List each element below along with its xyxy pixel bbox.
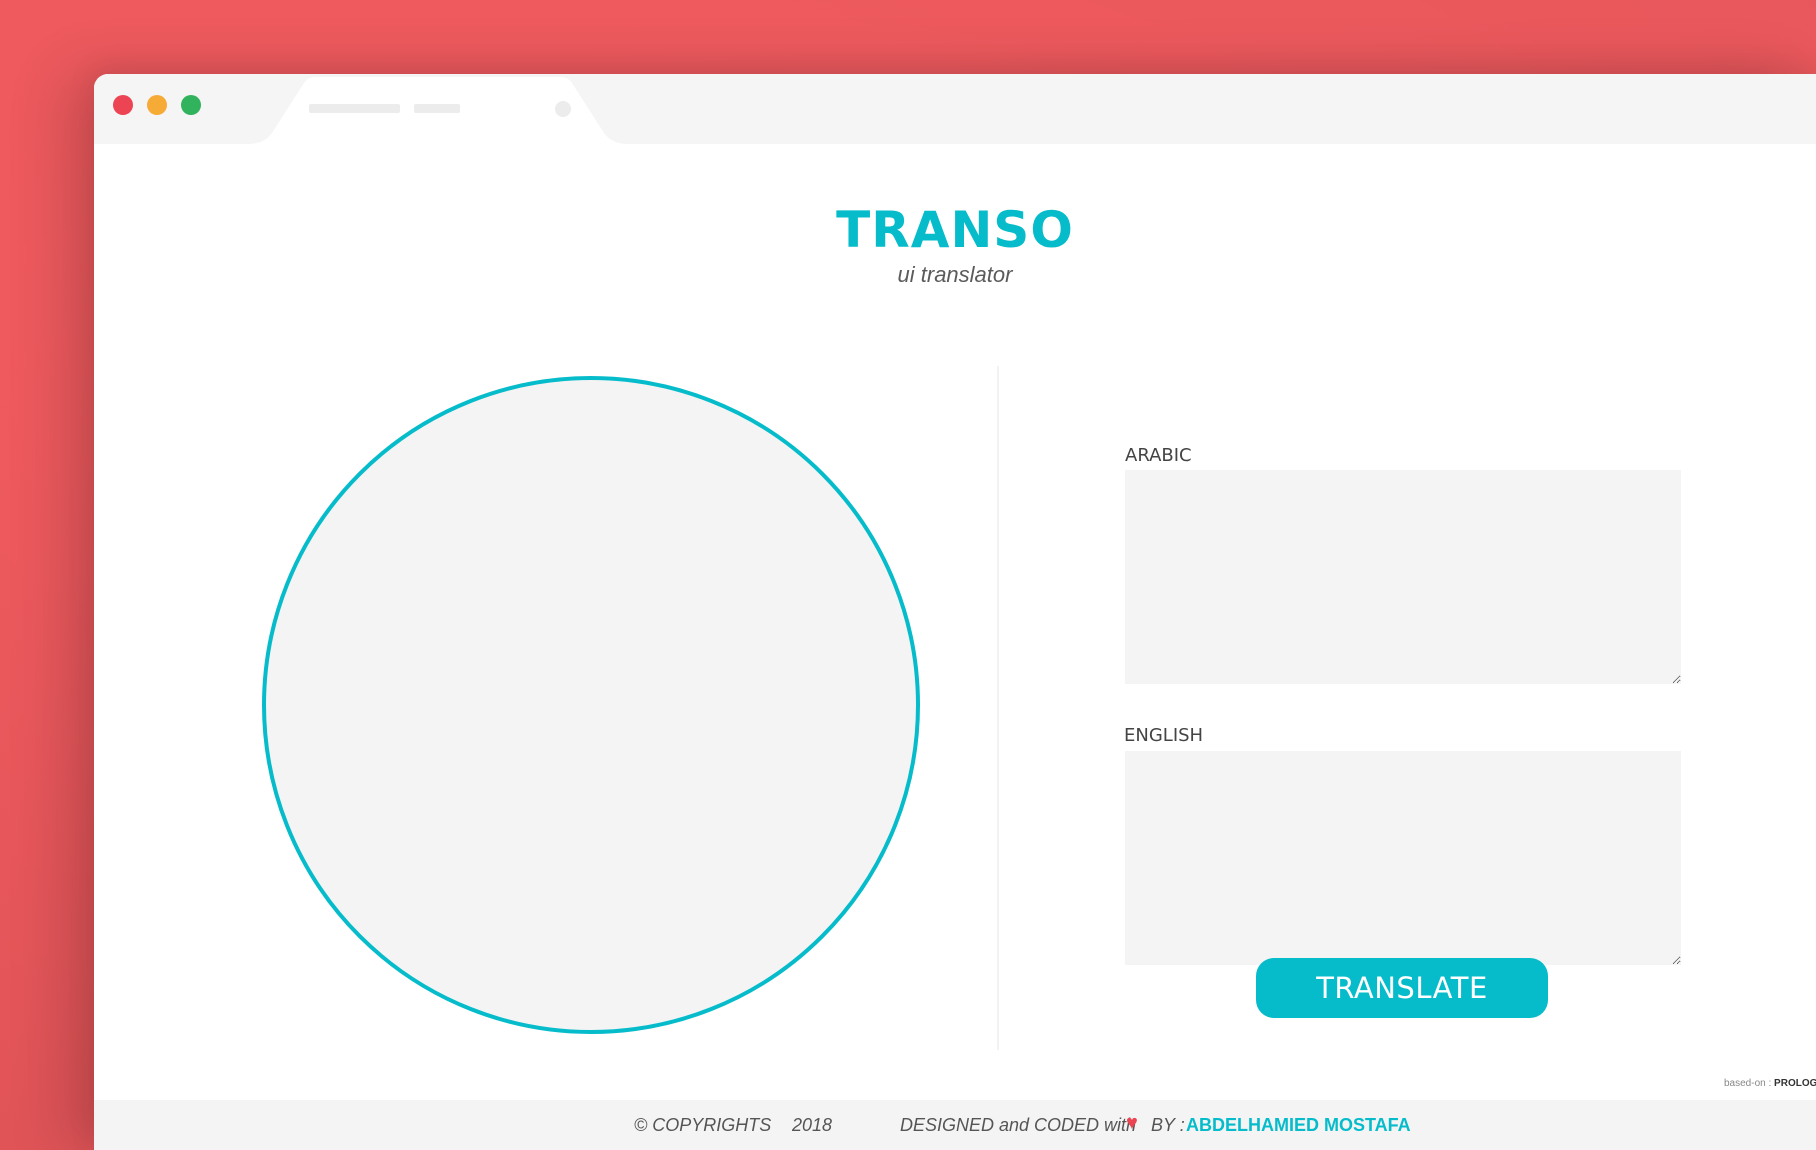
- based-on-prefix: based-on :: [1724, 1078, 1772, 1089]
- footer-by-text: BY :: [1151, 1115, 1185, 1135]
- footer-copyright: © COPYRIGHTS: [634, 1115, 772, 1135]
- footer-author-link[interactable]: ABDELHAMIED MOSTAFA: [1186, 1113, 1411, 1137]
- minimize-window-dot[interactable]: [147, 95, 167, 115]
- app-subtitle: ui translator: [897, 262, 1013, 287]
- footer-designed-text: DESIGNED and CODED with: [900, 1115, 1137, 1135]
- browser-titlebar: [94, 74, 1816, 144]
- translate-button[interactable]: TRANSLATE: [1256, 958, 1548, 1018]
- arabic-label: ARABIC: [1125, 445, 1192, 466]
- record-circle-icon: [262, 376, 920, 1034]
- app-title: TRANSO: [836, 201, 1074, 259]
- arabic-textarea[interactable]: [1125, 470, 1681, 684]
- heart-icon: ♥: [1126, 1112, 1138, 1134]
- based-on-name: PROLOG: [1774, 1078, 1816, 1089]
- close-window-dot[interactable]: [113, 95, 133, 115]
- footer: © COPYRIGHTS 2018 DESIGNED and CODED wit…: [94, 1100, 1816, 1150]
- panel-divider: [997, 366, 999, 1050]
- based-on-note: based-on : PROLOG: [1724, 1078, 1816, 1090]
- english-label: ENGLISH: [1124, 725, 1204, 746]
- footer-year: 2018: [792, 1115, 833, 1135]
- browser-window: TRANSO ui translator ARABIC ENGLISH TRAN…: [94, 74, 1816, 1150]
- tab-title-placeholder: [309, 104, 400, 113]
- maximize-window-dot[interactable]: [181, 95, 201, 115]
- voice-record-circle[interactable]: [260, 374, 922, 1036]
- english-textarea[interactable]: [1125, 751, 1681, 965]
- tab-title-placeholder-short: [414, 104, 460, 113]
- tab-close-icon[interactable]: [555, 101, 571, 117]
